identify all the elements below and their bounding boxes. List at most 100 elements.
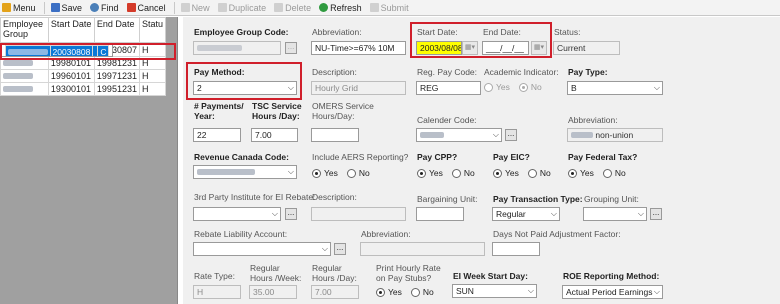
- pay-transaction-type-select[interactable]: Regular ⌵: [492, 207, 560, 221]
- print-hourly-radio-group: Yes No: [376, 287, 434, 297]
- description2-field: [311, 207, 406, 221]
- employee-group-cell: [0, 82, 49, 96]
- chevron-down-icon: ⌵: [271, 209, 278, 218]
- regular-hours-day-label-line1: Regular: [312, 263, 342, 273]
- chevron-down-icon: ⌵: [287, 167, 294, 176]
- payments-year-field[interactable]: 22: [193, 128, 241, 142]
- grouping-unit-lookup-button[interactable]: ...: [650, 208, 662, 220]
- col-header-start-date[interactable]: Start Date: [47, 17, 95, 43]
- federal-tax-yes-radio[interactable]: [568, 168, 577, 178]
- employee-group-lookup-button[interactable]: ...: [285, 42, 297, 54]
- start-date-cell: 19960101: [47, 69, 95, 83]
- duplicate-button[interactable]: Duplicate: [217, 3, 266, 13]
- calender-code-lookup-button[interactable]: ...: [505, 129, 517, 141]
- cancel-button[interactable]: Cancel: [126, 3, 166, 13]
- revenue-canada-code-label: Revenue Canada Code:: [194, 152, 289, 162]
- submit-icon: [369, 3, 379, 12]
- eic-yes-radio[interactable]: [493, 168, 502, 178]
- federal-tax-no-radio[interactable]: [602, 168, 612, 178]
- cpp-yes-radio[interactable]: [417, 168, 426, 178]
- days-not-paid-label: Days Not Paid Adjustment Factor:: [493, 229, 621, 239]
- status-cell: H: [138, 82, 167, 96]
- submit-button[interactable]: Submit: [369, 3, 409, 13]
- regular-hours-week-field: 35.00: [249, 285, 297, 299]
- omers-service-field[interactable]: [311, 128, 359, 142]
- aers-no-radio[interactable]: [346, 168, 356, 178]
- table-row[interactable]: 19960101 19971231 H: [0, 69, 167, 83]
- aers-radio-group: Yes No: [312, 168, 370, 178]
- col-header-status[interactable]: Statu: [138, 17, 167, 43]
- find-button[interactable]: Find: [90, 3, 119, 13]
- grouping-unit-select[interactable]: ⌵: [583, 207, 647, 221]
- revenue-canada-code-select[interactable]: ⌵: [193, 165, 297, 179]
- start-date-cell: 19300101: [47, 82, 95, 96]
- chevron-down-icon: ⌵: [492, 130, 499, 139]
- employee-group-grid-panel: Employee Group Start Date End Date Statu…: [0, 17, 178, 304]
- save-icon: [50, 3, 60, 12]
- aers-yes-radio[interactable]: [312, 168, 321, 178]
- reg-pay-code-label: Reg. Pay Code:: [417, 67, 478, 77]
- abbreviation-label: Abbreviation:: [312, 27, 362, 37]
- toolbar: Menu Save Find Cancel New Duplicate Dele…: [0, 0, 780, 16]
- calender-code-label: Calender Code:: [417, 115, 477, 125]
- roe-reporting-method-select[interactable]: Actual Period Earnings ⌵: [562, 285, 663, 299]
- find-icon: [90, 3, 100, 12]
- rebate-liability-lookup-button[interactable]: ...: [334, 243, 346, 255]
- description-label: Description:: [312, 67, 357, 77]
- refresh-icon: [319, 3, 329, 12]
- rate-type-field: H: [193, 285, 241, 299]
- col-header-end-date[interactable]: End Date: [93, 17, 140, 43]
- academic-yes-radio[interactable]: [484, 82, 493, 92]
- status-label: Status:: [554, 27, 581, 37]
- end-date-cell: 19971231: [93, 69, 140, 83]
- academic-indicator-label: Academic Indicator:: [484, 67, 559, 77]
- eic-no-radio[interactable]: [527, 168, 537, 178]
- academic-no-radio[interactable]: [518, 82, 528, 92]
- pay-eic-label: Pay EIC?: [493, 152, 530, 162]
- grouping-unit-label: Grouping Unit:: [584, 194, 639, 204]
- days-not-paid-field[interactable]: [492, 242, 540, 256]
- employee-group-code-field[interactable]: [193, 41, 281, 55]
- cancel-icon: [126, 3, 136, 12]
- payments-year-label-line1: # Payments/: [194, 101, 244, 111]
- delete-button[interactable]: Delete: [274, 3, 311, 13]
- col-header-employee-group[interactable]: Employee Group: [0, 17, 49, 43]
- print-hourly-no-radio[interactable]: [410, 287, 420, 297]
- abbreviation2-label: Abbreviation:: [568, 115, 618, 125]
- federal-tax-radio-group: Yes No: [568, 168, 626, 178]
- regular-hours-day-label-line2: Hours /Day:: [312, 273, 357, 283]
- reg-pay-code-field[interactable]: REG: [416, 81, 481, 95]
- tsc-service-label-line1: TSC Service: [252, 101, 302, 111]
- ei-week-start-day-label: EI Week Start Day:: [453, 271, 528, 281]
- abbreviation3-label: Abbreviation:: [361, 229, 411, 239]
- rebate-liability-account-select[interactable]: ⌵: [193, 242, 331, 256]
- cpp-radio-group: Yes No: [417, 168, 475, 178]
- payments-year-label-line2: Year:: [194, 111, 215, 121]
- roe-reporting-method-label: ROE Reporting Method:: [563, 271, 660, 281]
- refresh-button[interactable]: Refresh: [319, 3, 362, 13]
- print-hourly-rate-label-line1: Print Hourly Rate: [376, 263, 441, 273]
- tsc-service-label-line2: Hours /Day:: [252, 111, 300, 121]
- new-icon: [180, 3, 190, 12]
- pay-type-select[interactable]: B ⌵: [567, 81, 663, 95]
- employee-group-code-label: Employee Group Code:: [194, 27, 289, 37]
- abbreviation-field[interactable]: NU-Time>=67% 10M: [311, 41, 406, 55]
- print-hourly-yes-radio[interactable]: [376, 287, 385, 297]
- save-button[interactable]: Save: [50, 3, 82, 13]
- third-party-lookup-button[interactable]: ...: [285, 208, 297, 220]
- menu-icon: [2, 3, 11, 12]
- academic-indicator-radio-group: Yes No: [484, 82, 542, 92]
- tsc-service-field[interactable]: 7.00: [251, 128, 298, 142]
- menu-button[interactable]: Menu: [2, 3, 36, 13]
- abbreviation2-field: non-union: [567, 128, 663, 142]
- grid-header-row: Employee Group Start Date End Date Statu: [0, 17, 167, 43]
- rate-type-label: Rate Type:: [194, 271, 235, 281]
- new-button[interactable]: New: [180, 3, 210, 13]
- bargaining-unit-field[interactable]: [416, 207, 464, 221]
- table-row[interactable]: 19300101 19951231 H: [0, 82, 167, 96]
- calender-code-select[interactable]: ⌵: [416, 128, 502, 142]
- ei-week-start-day-select[interactable]: SUN ⌵: [452, 284, 537, 298]
- cpp-no-radio[interactable]: [451, 168, 461, 178]
- third-party-institute-select[interactable]: ⌵: [193, 207, 281, 221]
- selected-row-highlight: [0, 43, 176, 60]
